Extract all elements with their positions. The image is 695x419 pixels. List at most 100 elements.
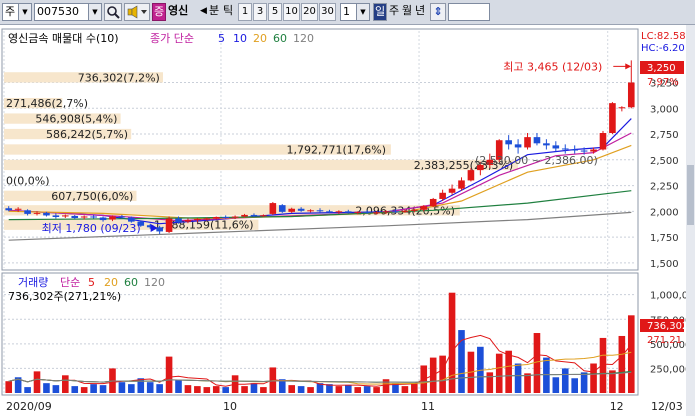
x-axis-label: 11 xyxy=(421,400,435,413)
volume-ma-60: 60 xyxy=(124,276,138,289)
volume-bar xyxy=(118,382,126,393)
period-button-5[interactable]: 5 xyxy=(268,3,282,21)
x-axis-labels: 2020/09 10 11 12 12/03 xyxy=(6,400,683,413)
volume-bar xyxy=(80,387,88,393)
volume-bar xyxy=(43,383,50,393)
search-button[interactable] xyxy=(104,3,122,21)
volume-bar xyxy=(222,387,229,393)
candle-body xyxy=(165,218,173,232)
candle-body xyxy=(401,210,409,212)
stock-code-input[interactable]: 007530 ▼ xyxy=(34,3,102,21)
volume-bar xyxy=(618,335,626,393)
volume-ma-5: 5 xyxy=(88,276,95,289)
period-button-1[interactable]: 1 xyxy=(238,3,252,21)
chart-canvas[interactable]: 736,302(7,2%) 271,486(2,7%) 546,908(5,4%) 5… xyxy=(0,25,695,416)
chevron-down-icon[interactable]: ▼ xyxy=(18,4,31,20)
price-close-label: 종가 단순 xyxy=(150,32,194,45)
tick-label[interactable]: 틱 xyxy=(223,3,237,21)
legend-ma-120: 120 xyxy=(293,32,314,45)
volume-profile-label: 1,792,771(17,6%) xyxy=(287,144,387,157)
market-badge: 증 xyxy=(152,3,166,21)
range-label: (2,530.00 ~ 2,386.00) xyxy=(475,154,598,167)
volume-bar xyxy=(401,386,409,393)
year-button[interactable]: 년 xyxy=(415,3,428,21)
volume-bar xyxy=(543,357,550,393)
day-button[interactable]: 일 xyxy=(373,3,387,21)
candle-body xyxy=(467,170,475,181)
volume-profile-label: 271,486(2,7%) xyxy=(6,97,88,110)
period-button-10[interactable]: 10 xyxy=(283,3,300,21)
volume-bar xyxy=(505,350,512,393)
volume-profile-label: 546,908(5,4%) xyxy=(35,113,117,126)
volume-bar xyxy=(524,373,531,393)
up-down-arrow-icon[interactable]: ⇕ xyxy=(430,3,446,21)
chevron-down-icon[interactable]: ▼ xyxy=(356,4,369,20)
candle-body xyxy=(429,198,437,207)
volume-bar xyxy=(552,377,560,393)
candle-body xyxy=(335,211,343,213)
price-tick-label: 2,000 xyxy=(650,207,679,218)
volume-current-value: 736,302 xyxy=(647,321,688,332)
candle-body xyxy=(24,210,31,214)
chevron-down-icon[interactable]: ▼ xyxy=(88,4,101,20)
volume-bar xyxy=(373,387,380,393)
price-tick-label: 2,250 xyxy=(650,182,679,193)
candle-body xyxy=(184,220,192,222)
period-button-30[interactable]: 30 xyxy=(319,3,336,21)
price-tick-label: 1,500 xyxy=(650,259,679,270)
volume-bar xyxy=(250,383,258,393)
volume-bar xyxy=(24,387,31,393)
candle-body xyxy=(373,212,380,214)
caret-left-icon[interactable]: ◀ xyxy=(200,3,208,21)
candle-body xyxy=(439,192,446,199)
volume-bar xyxy=(627,315,635,393)
candle-body xyxy=(326,211,333,213)
candle-body xyxy=(212,216,220,219)
candle-body xyxy=(203,218,211,220)
candle-body xyxy=(43,212,50,216)
split-label[interactable]: 분 xyxy=(209,3,223,21)
candle-body xyxy=(458,180,465,189)
candle-body xyxy=(297,208,305,211)
x-axis-label: 2020/09 xyxy=(6,400,52,413)
candle-body xyxy=(514,144,522,148)
volume-bar xyxy=(354,387,362,393)
volume-tick-label: 250,000 xyxy=(650,364,691,375)
week-button[interactable]: 주 xyxy=(389,3,402,21)
candle-body xyxy=(420,206,428,210)
chart-area[interactable]: 736,302(7,2%) 271,486(2,7%) 546,908(5,4%) 5… xyxy=(0,25,695,416)
candle-body xyxy=(33,212,41,214)
volume-bar xyxy=(590,363,597,393)
candle-body xyxy=(222,216,229,218)
period-button-3[interactable]: 3 xyxy=(253,3,267,21)
interval-select[interactable]: 1 ▼ xyxy=(340,3,370,21)
candle-body xyxy=(571,149,578,151)
lc-label: LC:82.58 xyxy=(641,31,686,42)
volume-profile-label: 607,750(6,0%) xyxy=(51,190,133,203)
volume-bar xyxy=(156,384,163,393)
volume-bar xyxy=(260,387,267,393)
candle-body xyxy=(618,107,626,109)
candle-body xyxy=(344,211,352,213)
scrollbar-thumb[interactable] xyxy=(687,165,694,225)
candle-body xyxy=(241,214,248,217)
candle-body xyxy=(14,208,22,210)
candle-body xyxy=(627,82,635,108)
candle-body xyxy=(80,216,88,218)
date-input[interactable] xyxy=(448,3,490,21)
legend-ma-60: 60 xyxy=(273,32,287,45)
x-axis-label: 10 xyxy=(223,400,237,413)
volume-bar xyxy=(580,372,588,393)
sound-button[interactable] xyxy=(124,3,150,21)
volume-bar xyxy=(335,386,343,393)
volume-bar xyxy=(241,386,248,393)
candle-body xyxy=(260,215,267,217)
legend-ma-10: 10 xyxy=(233,32,247,45)
volume-current-pct: 271.21 xyxy=(647,335,682,346)
mode-select[interactable]: 주 ▼ xyxy=(2,3,32,21)
candle-body xyxy=(278,205,286,212)
volume-bar xyxy=(203,387,211,393)
period-button-20[interactable]: 20 xyxy=(301,3,318,21)
candle-body xyxy=(561,148,569,150)
month-button[interactable]: 월 xyxy=(402,3,415,21)
